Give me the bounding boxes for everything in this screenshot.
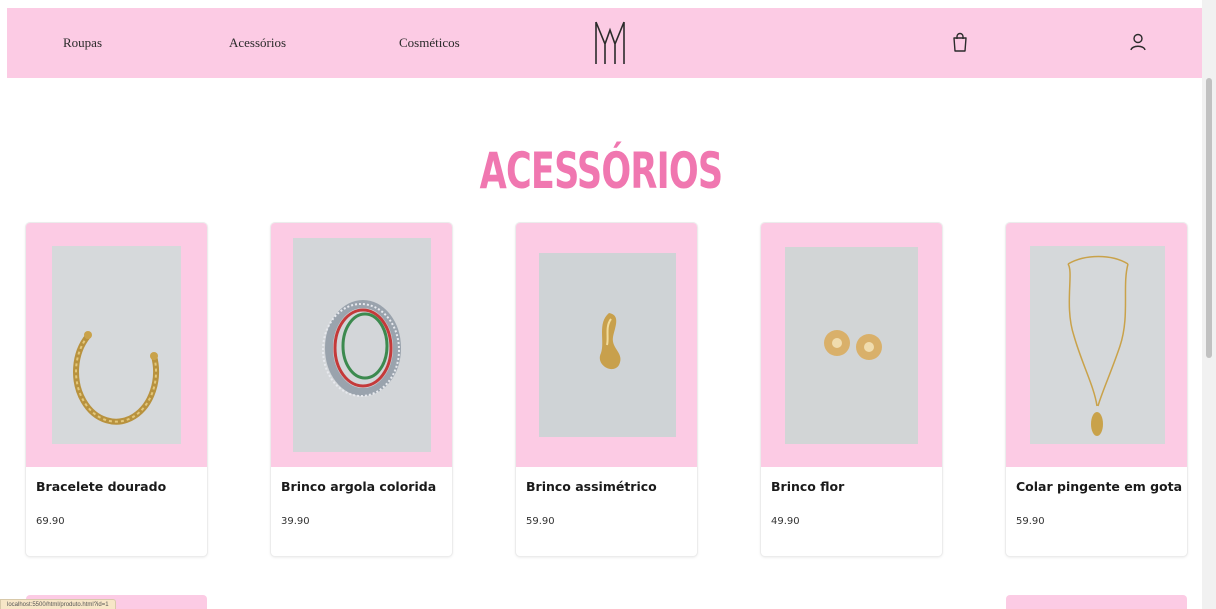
product-image-bracelet	[52, 246, 181, 444]
product-card[interactable]: Bracelete dourado 69.90	[26, 223, 207, 556]
shopping-bag-icon[interactable]	[948, 30, 972, 54]
product-card[interactable]: Brinco argola colorida 39.90	[271, 223, 452, 556]
page: Roupas Acessórios Cosméticos ACESSÓRIOS	[0, 0, 1202, 609]
product-name: Brinco assimétrico	[526, 479, 657, 494]
brand-logo[interactable]	[592, 20, 628, 66]
product-card[interactable]: Brinco flor 49.90	[761, 223, 942, 556]
product-image-flower-earring	[785, 247, 918, 444]
link-status-tooltip: localhost:5500/html/produto.html?id=1	[0, 599, 116, 609]
product-image-frame	[26, 223, 207, 467]
product-image-asymmetric-earring	[539, 253, 676, 437]
nav-link-acessorios[interactable]: Acessórios	[229, 8, 286, 78]
vertical-scrollbar[interactable]	[1202, 0, 1216, 609]
product-name: Bracelete dourado	[36, 479, 167, 494]
top-navbar: Roupas Acessórios Cosméticos	[7, 8, 1202, 78]
product-image-frame	[271, 223, 452, 467]
product-image-drop-necklace	[1030, 246, 1165, 444]
product-image-frame	[1006, 223, 1187, 467]
product-card[interactable]: Brinco assimétrico 59.90	[516, 223, 697, 556]
user-icon[interactable]	[1126, 30, 1150, 54]
scrollbar-thumb[interactable]	[1206, 78, 1212, 358]
product-name: Brinco argola colorida	[281, 479, 437, 494]
brand-logo-mark-icon	[595, 21, 625, 64]
nav-link-roupas[interactable]: Roupas	[63, 8, 102, 78]
product-card[interactable]: Colar pingente em gota 59.90	[1006, 223, 1187, 556]
product-price: 49.90	[771, 516, 800, 527]
product-image-frame	[761, 223, 942, 467]
nav-link-cosmeticos[interactable]: Cosméticos	[399, 8, 460, 78]
product-price: 69.90	[36, 516, 65, 527]
page-title: ACESSÓRIOS	[479, 142, 724, 200]
product-price: 59.90	[526, 516, 555, 527]
product-name: Colar pingente em gota	[1016, 479, 1183, 494]
product-card-partial[interactable]	[1006, 595, 1187, 609]
product-price: 39.90	[281, 516, 310, 527]
product-image-frame	[516, 223, 697, 467]
product-name: Brinco flor	[771, 479, 845, 494]
product-image-colorful-hoop	[293, 238, 431, 452]
product-price: 59.90	[1016, 516, 1045, 527]
